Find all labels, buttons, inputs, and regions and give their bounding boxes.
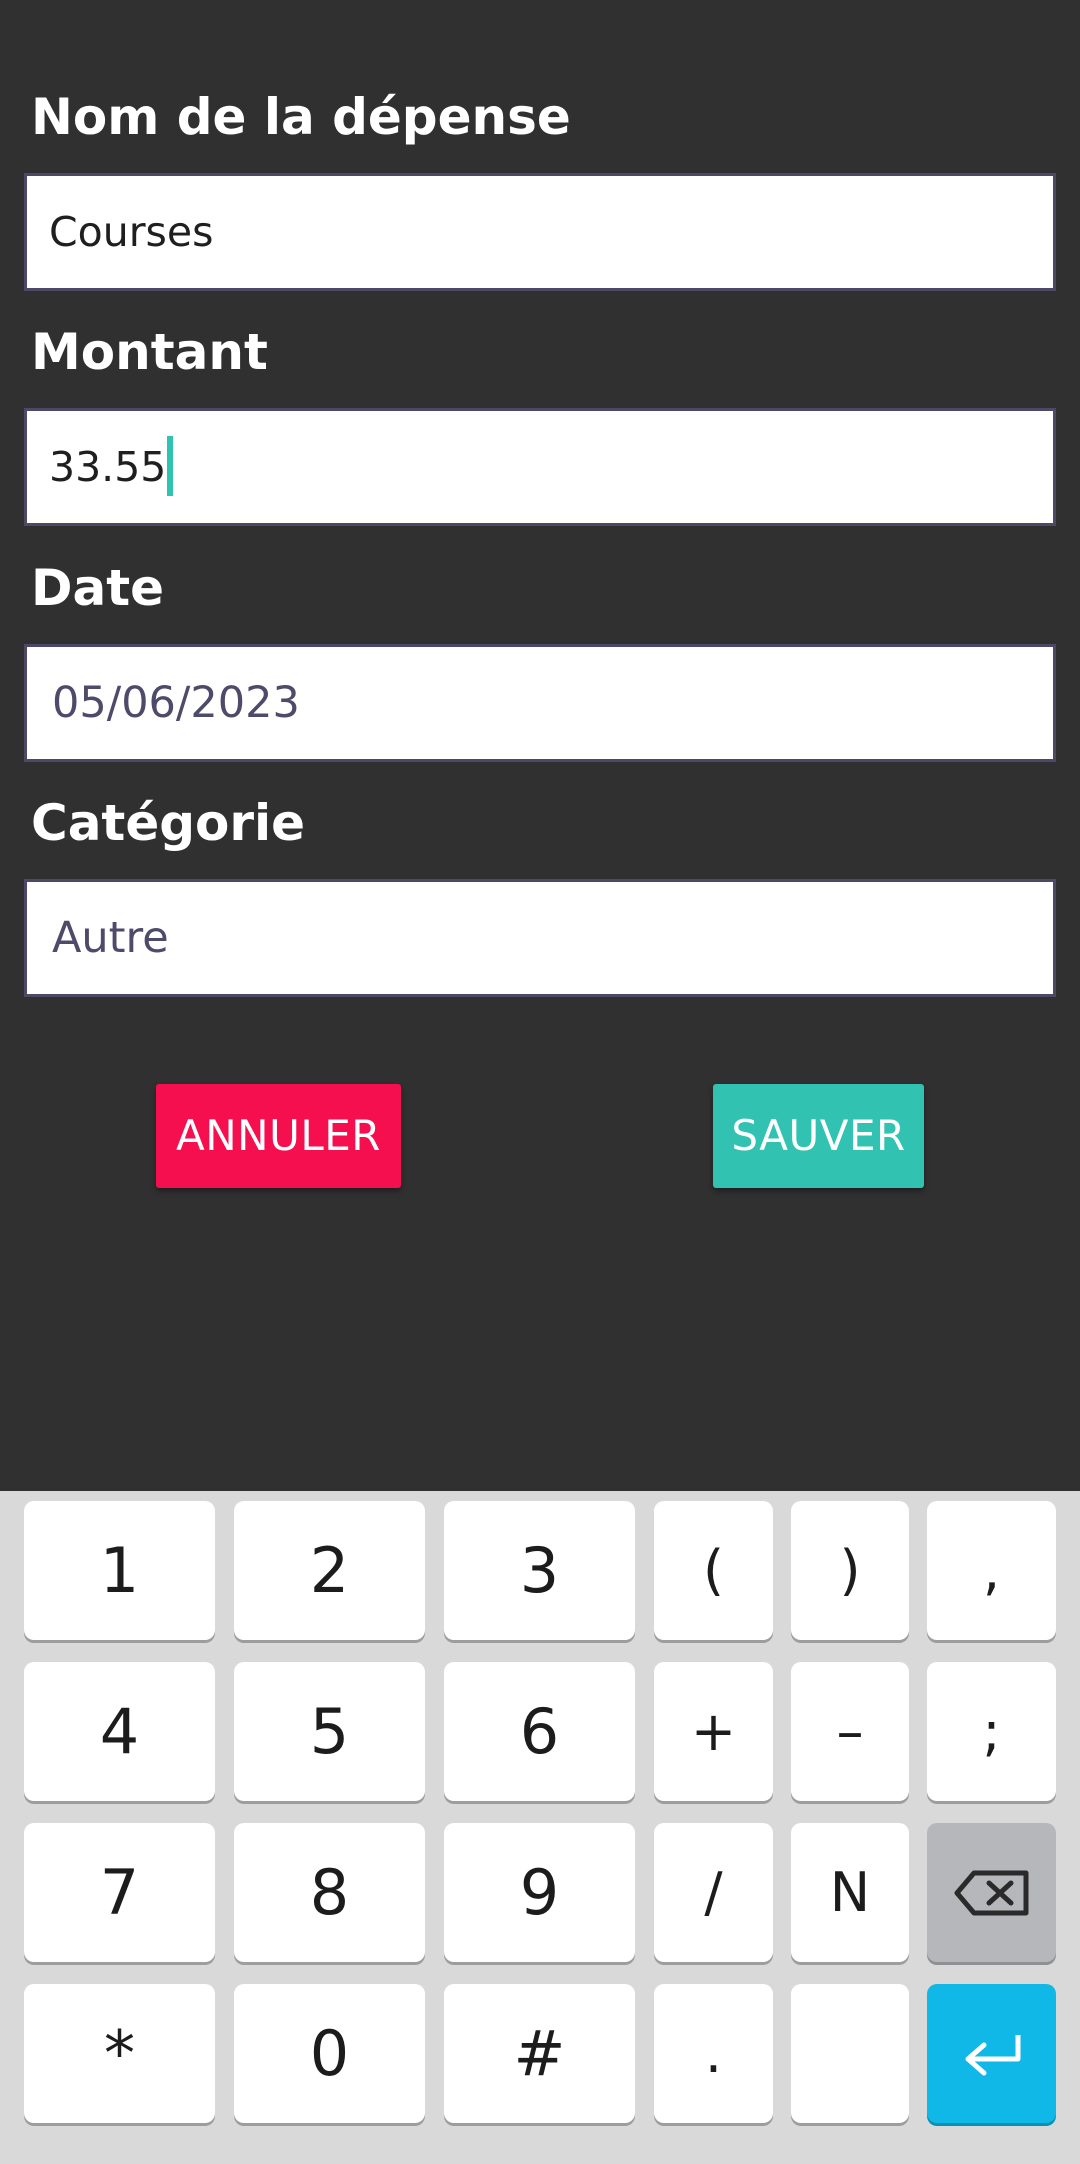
backspace-icon [954,1870,1030,1916]
key-1[interactable]: 1 [24,1501,215,1640]
cancel-button[interactable]: ANNULER [156,1084,401,1188]
key-plus[interactable]: + [654,1662,773,1801]
expense-form: Nom de la dépense Courses Montant 33.55 … [0,0,1080,1491]
date-value: 05/06/2023 [52,678,300,728]
key-semicolon[interactable]: ; [927,1662,1056,1801]
key-3[interactable]: 3 [444,1501,635,1640]
key-hash[interactable]: # [444,1984,635,2123]
key-close-paren[interactable]: ) [791,1501,909,1640]
key-9[interactable]: 9 [444,1823,635,1962]
date-label: Date [31,559,165,617]
key-open-paren[interactable]: ( [654,1501,773,1640]
name-value: Courses [49,208,214,256]
category-label: Catégorie [31,794,306,852]
key-7[interactable]: 7 [24,1823,215,1962]
enter-icon [962,2031,1022,2077]
key-slash[interactable]: / [654,1823,773,1962]
key-5[interactable]: 5 [234,1662,425,1801]
key-minus[interactable]: – [791,1662,909,1801]
key-0[interactable]: 0 [234,1984,425,2123]
amount-text: 33.55 [49,411,174,523]
key-6[interactable]: 6 [444,1662,635,1801]
text-caret [167,436,174,496]
key-period[interactable]: . [654,1984,773,2123]
save-button[interactable]: SAUVER [713,1084,924,1188]
key-n[interactable]: N [791,1823,909,1962]
category-field[interactable]: Autre [24,879,1056,997]
name-label: Nom de la dépense [31,88,571,146]
date-field[interactable]: 05/06/2023 [24,644,1056,762]
key-comma[interactable]: , [927,1501,1056,1640]
backspace-key[interactable] [927,1823,1056,1962]
amount-field[interactable]: 33.55 [24,408,1056,526]
amount-value: 33.55 [49,443,167,491]
enter-key[interactable] [927,1984,1056,2123]
key-2[interactable]: 2 [234,1501,425,1640]
category-value: Autre [52,913,169,963]
key-space[interactable] [791,1984,909,2123]
key-asterisk[interactable]: * [24,1984,215,2123]
key-8[interactable]: 8 [234,1823,425,1962]
numeric-keyboard: 1 2 3 ( ) , 4 5 6 + – ; 7 8 9 / N * 0 # … [0,1491,1080,2164]
key-4[interactable]: 4 [24,1662,215,1801]
amount-label: Montant [31,323,268,381]
name-field[interactable]: Courses [24,173,1056,291]
